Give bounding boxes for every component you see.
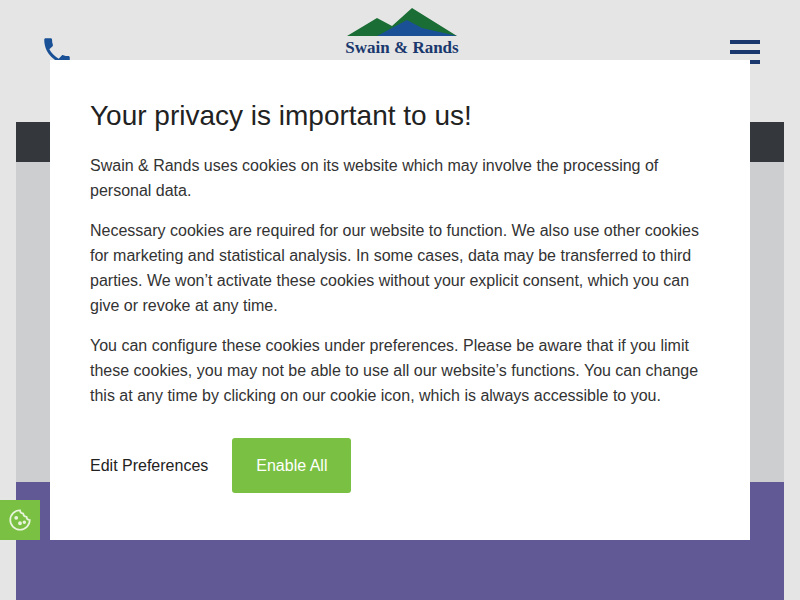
cookie-settings-button[interactable]	[0, 500, 40, 540]
cookie-consent-dialog: Your privacy is important to us! Swain & …	[50, 60, 750, 540]
dialog-paragraph: Necessary cookies are required for our w…	[90, 218, 710, 318]
dialog-paragraph: Swain & Rands uses cookies on its websit…	[90, 153, 710, 203]
enable-all-button[interactable]: Enable All	[232, 438, 351, 493]
cookie-icon	[7, 507, 33, 533]
dialog-paragraph: You can configure these cookies under pr…	[90, 333, 710, 408]
edit-preferences-button[interactable]: Edit Preferences	[90, 438, 208, 493]
dialog-title: Your privacy is important to us!	[90, 98, 710, 134]
dialog-buttons: Edit Preferences Enable All	[90, 438, 710, 493]
